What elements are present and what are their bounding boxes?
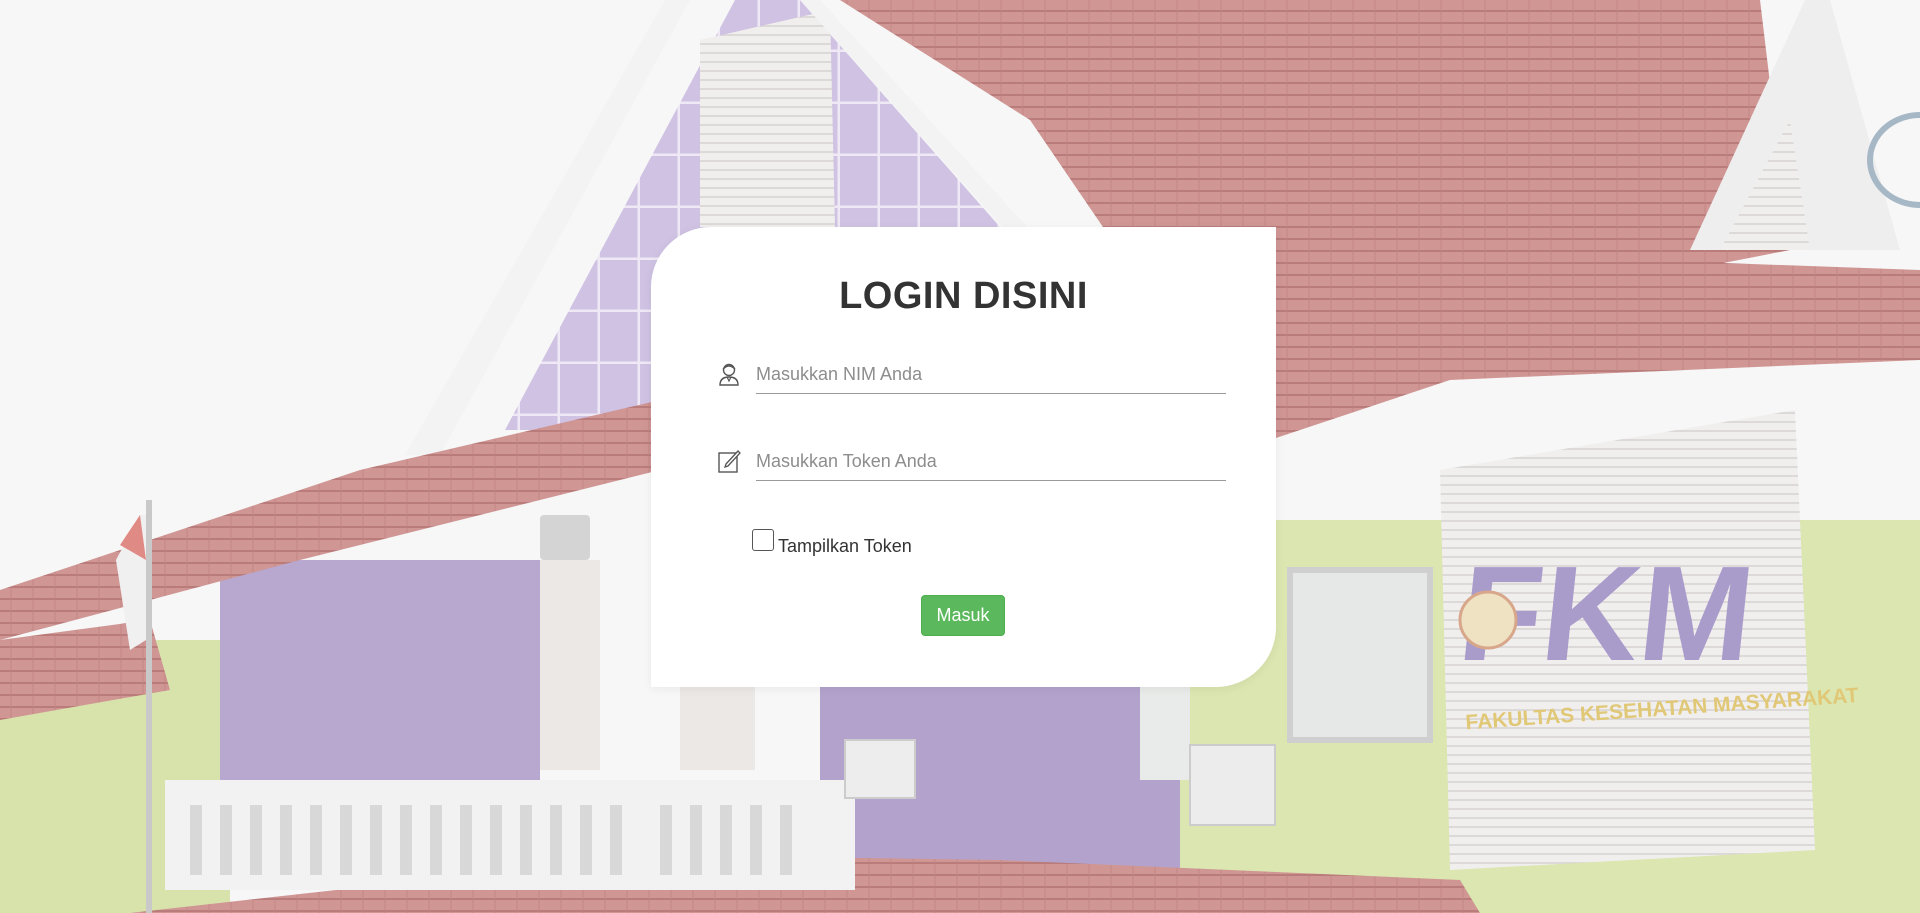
edit-icon [716, 448, 742, 474]
masuk-button[interactable]: Masuk [921, 595, 1005, 636]
login-card: LOGIN DISINI Tampilkan Token Masuk [651, 227, 1276, 687]
nim-field [716, 355, 1226, 395]
token-input[interactable] [756, 442, 1226, 481]
token-field [716, 442, 1226, 482]
show-token-checkbox[interactable] [752, 529, 774, 551]
show-token-checkbox-row[interactable]: Tampilkan Token [752, 529, 912, 556]
show-token-label: Tampilkan Token [778, 535, 912, 556]
user-icon [716, 361, 742, 387]
login-title: LOGIN DISINI [839, 275, 1088, 317]
nim-input[interactable] [756, 355, 1226, 394]
